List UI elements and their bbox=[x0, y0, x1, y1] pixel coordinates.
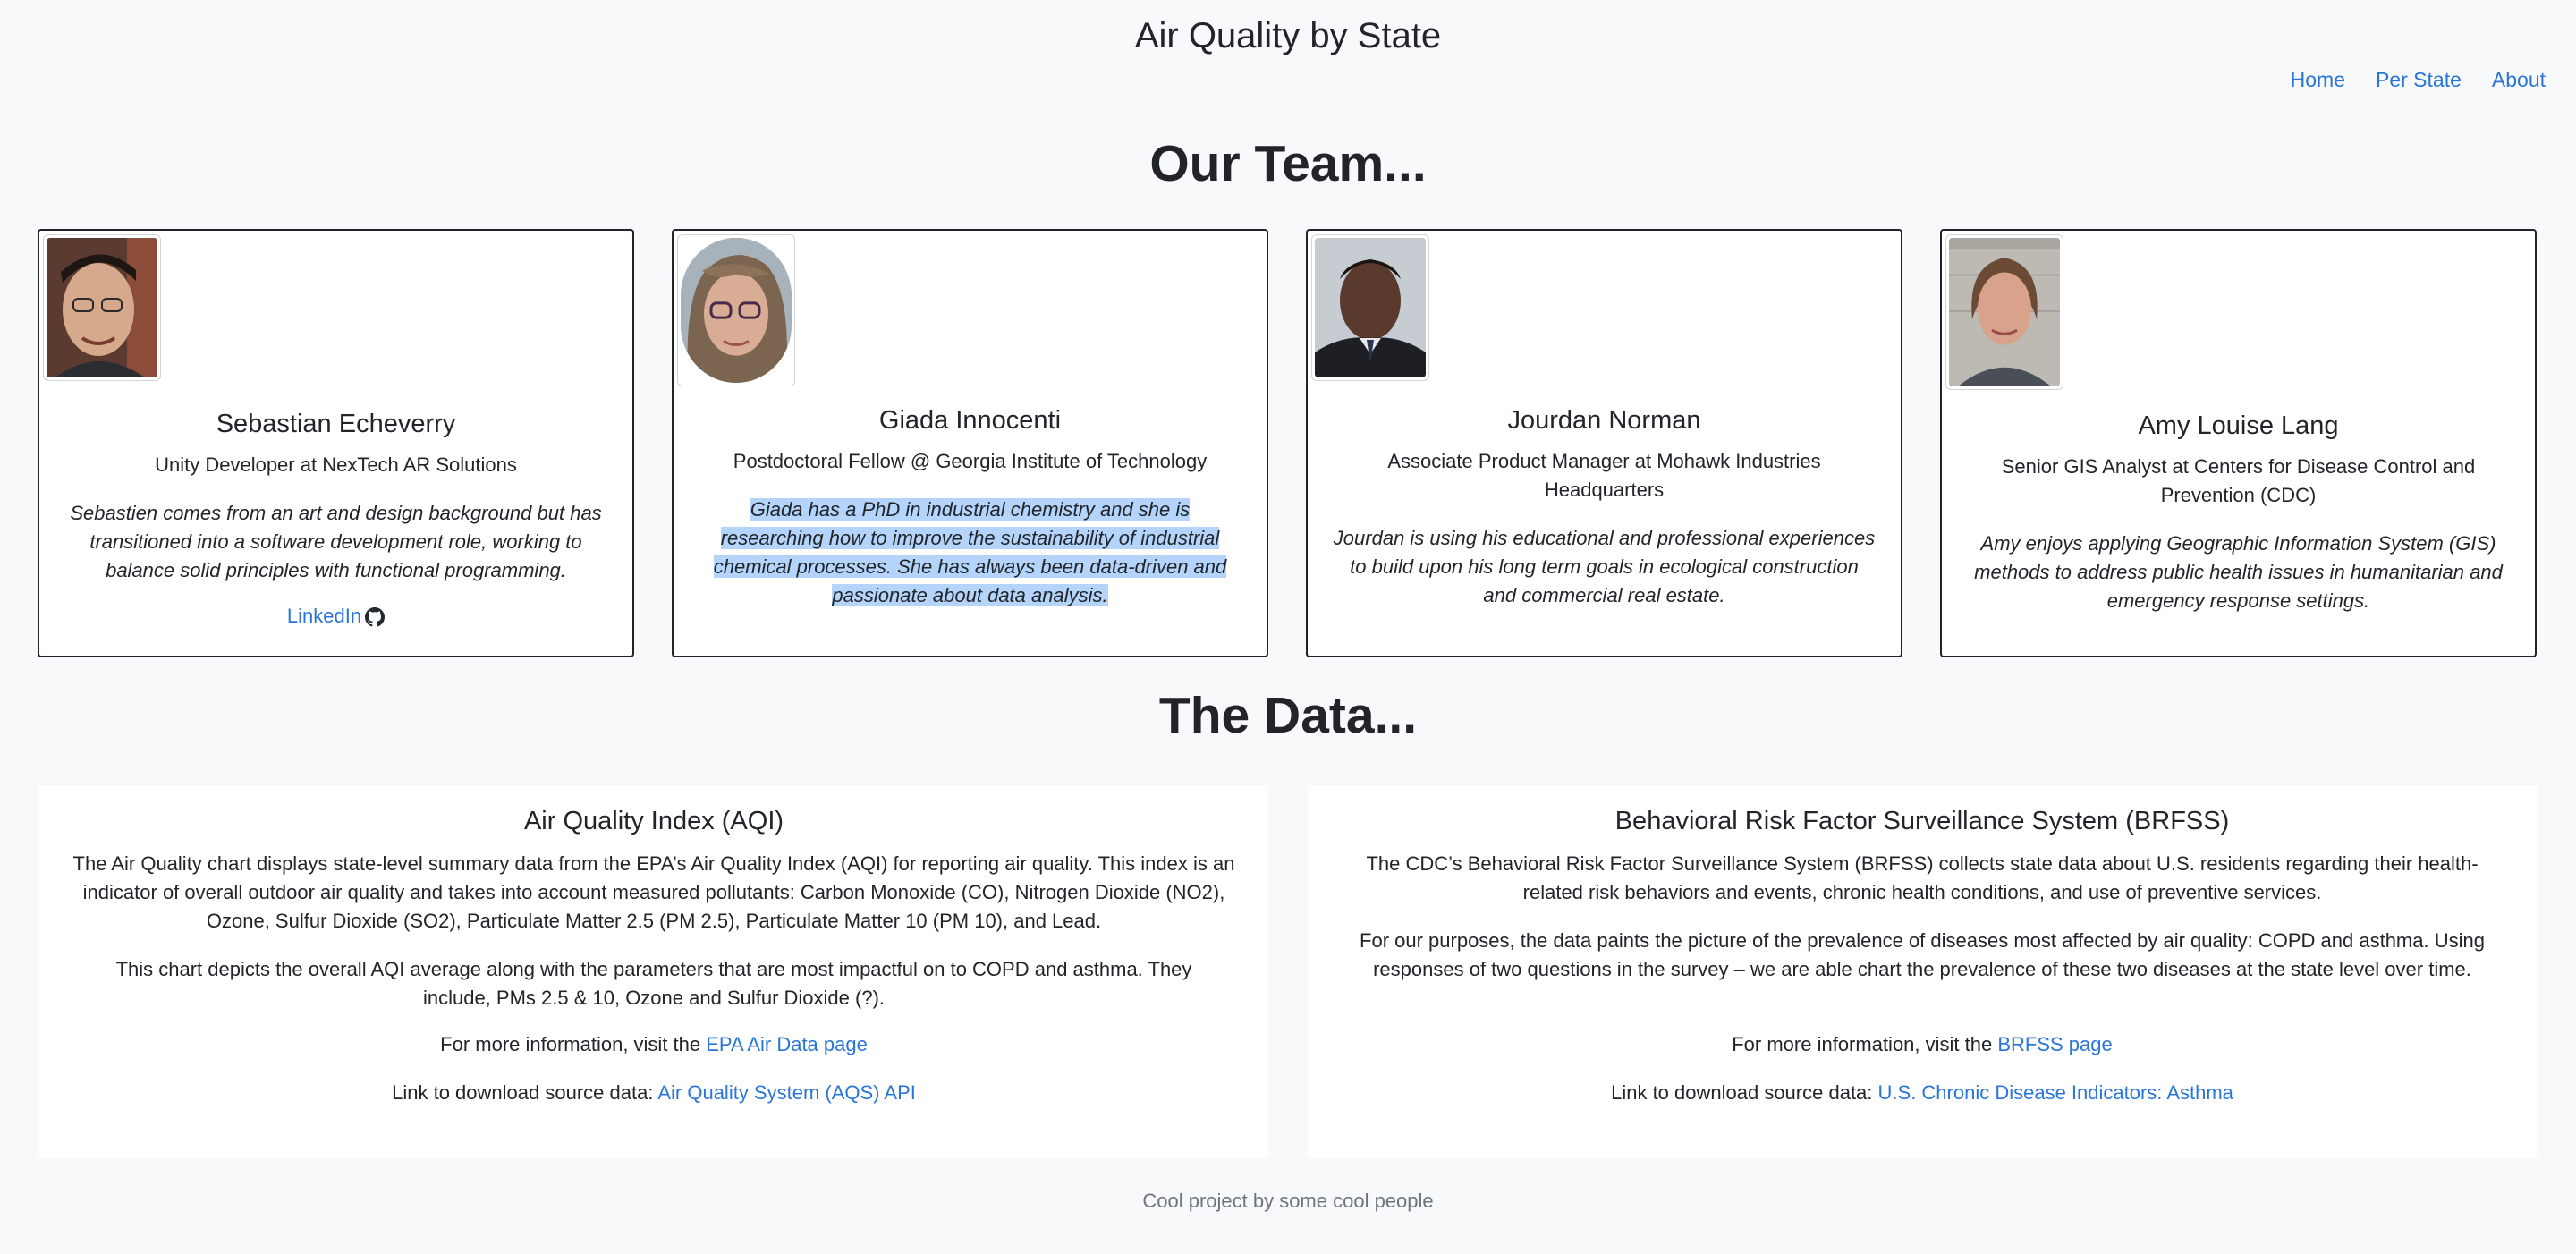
brfss-more-info: For more information, visit the BRFSS pa… bbox=[1333, 1030, 2512, 1059]
download-prefix: Link to download source data: bbox=[1611, 1081, 1878, 1104]
brfss-card: Behavioral Risk Factor Surveillance Syst… bbox=[1308, 785, 2537, 1158]
nav-home-link[interactable]: Home bbox=[2291, 68, 2345, 92]
nav-about-link[interactable]: About bbox=[2492, 68, 2546, 92]
avatar bbox=[677, 234, 795, 386]
brfss-purpose: For our purposes, the data paints the pi… bbox=[1360, 929, 2485, 980]
more-info-prefix: For more information, visit the bbox=[1732, 1033, 1998, 1055]
person-photo-icon bbox=[681, 238, 792, 383]
aqi-more-info: For more information, visit the EPA Air … bbox=[64, 1030, 1243, 1059]
top-nav: Home Per State About bbox=[2260, 68, 2546, 92]
data-heading: The Data... bbox=[1158, 687, 1418, 744]
person-photo-icon bbox=[47, 238, 157, 377]
download-prefix: Link to download source data: bbox=[392, 1081, 658, 1104]
member-name: Amy Louise Lang bbox=[2138, 411, 2339, 440]
brfss-description: The CDC’s Behavioral Risk Factor Surveil… bbox=[1366, 852, 2479, 903]
more-info-prefix: For more information, visit the bbox=[440, 1033, 707, 1055]
member-bio: Jourdan is using his educational and pro… bbox=[1333, 527, 1876, 606]
avatar bbox=[43, 234, 161, 381]
brfss-title: Behavioral Risk Factor Surveillance Syst… bbox=[1614, 807, 2230, 835]
team-heading: Our Team... bbox=[1149, 135, 1427, 192]
nav-per-state-link[interactable]: Per State bbox=[2376, 68, 2462, 92]
team-card-sebastian: Sebastian Echeverry Unity Developer at N… bbox=[38, 229, 634, 657]
aqi-chart-note: This chart depicts the overall AQI avera… bbox=[115, 958, 1192, 1009]
member-role: Postdoctoral Fellow @ Georgia Institute … bbox=[733, 450, 1208, 472]
member-links: LinkedIn bbox=[39, 605, 632, 628]
chronic-disease-asthma-link[interactable]: U.S. Chronic Disease Indicators: Asthma bbox=[1878, 1081, 2233, 1104]
aqi-download: Link to download source data: Air Qualit… bbox=[64, 1079, 1243, 1107]
member-name: Giada Innocenti bbox=[878, 406, 1062, 435]
person-photo-icon bbox=[1949, 238, 2060, 386]
member-bio: Sebastien comes from an art and design b… bbox=[70, 502, 602, 581]
person-photo-icon bbox=[1315, 238, 1426, 377]
brfss-page-link[interactable]: BRFSS page bbox=[1997, 1033, 2112, 1055]
member-role: Senior GIS Analyst at Centers for Diseas… bbox=[2001, 455, 2476, 506]
team-card-giada: Giada Innocenti Postdoctoral Fellow @ Ge… bbox=[672, 229, 1268, 657]
avatar bbox=[1945, 234, 2063, 390]
member-name: Sebastian Echeverry bbox=[216, 410, 456, 438]
team-card-amy: Amy Louise Lang Senior GIS Analyst at Ce… bbox=[1940, 229, 2537, 657]
linkedin-link[interactable]: LinkedIn bbox=[287, 605, 361, 627]
selected-text-highlight: Giada has a PhD in industrial chemistry … bbox=[713, 498, 1227, 606]
member-role: Unity Developer at NexTech AR Solutions bbox=[155, 453, 517, 476]
member-name: Jourdan Norman bbox=[1507, 406, 1701, 435]
avatar bbox=[1311, 234, 1429, 381]
site-title: Air Quality by State bbox=[1134, 16, 1442, 55]
member-role: Associate Product Manager at Mohawk Indu… bbox=[1387, 450, 1821, 501]
github-icon[interactable] bbox=[365, 607, 386, 627]
aqs-api-link[interactable]: Air Quality System (AQS) API bbox=[657, 1081, 916, 1104]
member-bio: Giada has a PhD in industrial chemistry … bbox=[699, 496, 1241, 610]
footer-text: Cool project by some cool people bbox=[1142, 1190, 1434, 1212]
member-bio: Amy enjoys applying Geographic Informati… bbox=[1974, 532, 2503, 612]
aqi-title: Air Quality Index (AQI) bbox=[523, 807, 784, 835]
aqi-card: Air Quality Index (AQI) The Air Quality … bbox=[39, 785, 1268, 1158]
brfss-download: Link to download source data: U.S. Chron… bbox=[1333, 1079, 2512, 1107]
aqi-description: The Air Quality chart displays state-lev… bbox=[72, 852, 1235, 932]
team-card-jourdan: Jourdan Norman Associate Product Manager… bbox=[1306, 229, 1902, 657]
epa-air-data-link[interactable]: EPA Air Data page bbox=[706, 1033, 868, 1055]
